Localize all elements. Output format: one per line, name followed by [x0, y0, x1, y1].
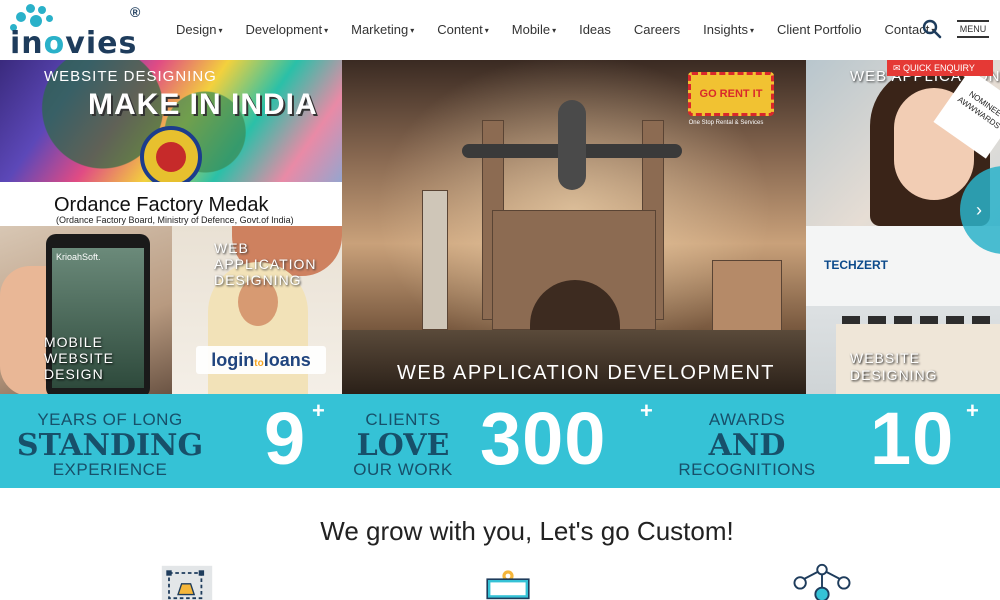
nav-ideas[interactable]: Ideas	[579, 22, 611, 37]
chevron-down-icon: ▾	[324, 25, 329, 35]
tile-caption: WEBSITE DESIGNING	[850, 350, 938, 383]
quick-enquiry-button[interactable]: ✉ QUICK ENQUIRY	[887, 60, 993, 76]
inovies-logo[interactable]: inovies ®	[8, 4, 143, 61]
stat-awards-line1: AWARDS	[708, 410, 786, 429]
tile-caption: MOBILE WEBSITE DESIGN	[44, 334, 115, 382]
go-rent-it-logo: GO RENT IT	[688, 72, 774, 116]
tile-web-app-development[interactable]: GO RENT IT One Stop Rental & Services WE…	[342, 60, 806, 394]
tile-login-to-loans[interactable]: WEB APPLICATION DESIGNING logintoloans	[172, 226, 342, 394]
stat-clients-line1: CLIENTS	[365, 410, 441, 429]
tile-mobile-website[interactable]: KrioahSoft. MOBILE WEBSITE DESIGN	[0, 226, 172, 394]
tile-caption: WEBSITE DESIGNING	[44, 68, 217, 85]
portfolio-hero: WEBSITE DESIGNING MAKE IN INDIA Ordance …	[0, 60, 1000, 394]
ordnance-emblem-icon	[140, 126, 202, 188]
stat-years-line1: YEARS OF LONG	[37, 410, 183, 429]
menu-button[interactable]: MENU	[957, 20, 989, 38]
stat-clients-line3: OUR WORK	[353, 460, 453, 479]
nav-content[interactable]: Content ▾	[437, 22, 489, 37]
monitor-gear-icon[interactable]	[476, 568, 540, 600]
statue	[422, 190, 448, 330]
nav-insights[interactable]: Insights ▾	[703, 22, 754, 37]
tile-techzert[interactable]: TECHZERT WEBSITE DESIGNING	[806, 226, 1000, 394]
building-right	[712, 260, 782, 340]
stat-clients-plus: +	[640, 398, 653, 423]
mail-icon: ✉	[893, 63, 904, 73]
stat-awards-big: AND	[708, 428, 786, 463]
client-subtitle: (Ordance Factory Board, Ministry of Defe…	[56, 215, 294, 225]
main-nav: Design ▾ Development ▾ Marketing ▾ Content ▾…	[176, 0, 958, 58]
tile-caption: WEB APPLICATION DEVELOPMENT	[397, 362, 775, 384]
search-icon[interactable]	[922, 19, 942, 39]
nav-marketing[interactable]: Marketing ▾	[351, 22, 414, 37]
stat-awards-plus: +	[966, 398, 979, 423]
tile-caption: WEB APPLICATION DESIGNING	[214, 240, 317, 288]
stats-band: YEARS OF LONG STANDING EXPERIENCE 9 + CL…	[0, 394, 1000, 488]
pen-tool-icon[interactable]	[157, 564, 217, 600]
section-heading: We grow with you, Let's go Custom!	[320, 516, 734, 546]
go-rent-it-tagline: One Stop Rental & Services	[688, 120, 764, 126]
nav-mobile[interactable]: Mobile ▾	[512, 22, 556, 37]
chevron-down-icon: ▾	[484, 25, 489, 35]
nav-development[interactable]: Development ▾	[245, 22, 328, 37]
stat-years-line3: EXPERIENCE	[52, 460, 168, 479]
stat-years-plus: +	[312, 398, 325, 423]
chevron-down-icon: ▾	[218, 25, 223, 35]
chevron-down-icon: ▾	[552, 25, 557, 35]
techzert-logo: TECHZERT	[824, 258, 888, 272]
stat-clients-number: 300	[480, 397, 607, 480]
site-header: inovies ® Design ▾ Development ▾ Marketing…	[0, 0, 1000, 61]
phone-brand-text: KrioahSoft.	[56, 252, 101, 262]
tile-make-in-india[interactable]: WEBSITE DESIGNING MAKE IN INDIA Ordance …	[0, 60, 342, 226]
nav-design[interactable]: Design ▾	[176, 22, 222, 37]
login-to-loans-logo: logintoloans	[196, 346, 326, 374]
stat-clients-big: LOVE	[356, 428, 450, 463]
logo-wordmark: inovies	[10, 26, 138, 61]
network-icon[interactable]	[786, 562, 858, 600]
chevron-down-icon: ▾	[410, 25, 415, 35]
stat-years-big: STANDING	[16, 428, 204, 463]
chevron-down-icon: ▾	[749, 25, 754, 35]
plane-body	[558, 100, 586, 190]
registered-mark: ®	[130, 4, 141, 20]
stat-years-number: 9	[264, 397, 307, 480]
nav-careers[interactable]: Careers	[634, 22, 680, 37]
client-name: Ordance Factory Medak	[54, 194, 269, 216]
tile-headline: MAKE IN INDIA	[88, 88, 318, 121]
nav-client-portfolio[interactable]: Client Portfolio	[777, 22, 862, 37]
stat-awards-number: 10	[870, 397, 955, 480]
stat-awards-line3: RECOGNITIONS	[678, 460, 816, 479]
